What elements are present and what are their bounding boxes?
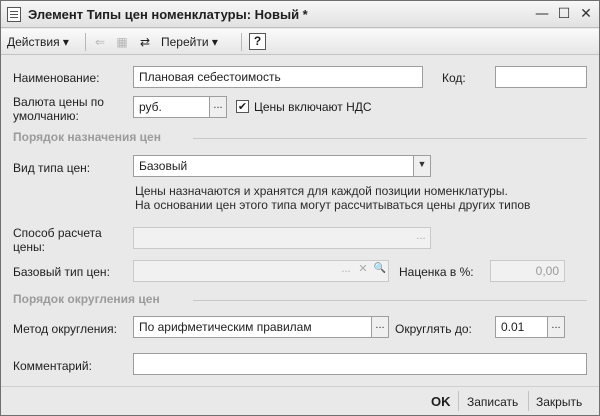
close-button[interactable]: Закрыть [536,393,582,411]
navigate-menu-label: Перейти [161,35,209,49]
section-rounding-title: Порядок округления цен [13,292,160,306]
currency-select-button[interactable]: ... [209,96,227,118]
button-divider [528,391,529,411]
markup-input[interactable]: 0,00 [490,260,565,282]
comment-label: Комментарий: [13,359,92,373]
code-input[interactable] [495,66,587,88]
back-arrow-icon[interactable]: ⇐ [91,33,109,51]
clear-icon[interactable]: ✕ [354,261,372,281]
window-title: Элемент Типы цен номенклатуры: Новый * [28,7,308,22]
price-type-label: Вид типа цен: [13,161,91,175]
structure-icon[interactable]: ▦ [113,33,131,51]
section-divider [193,138,587,139]
toolbar: Действия ▾ ⇐ ▦ ⇄ Перейти ▾ ? [1,29,599,55]
save-button[interactable]: Записать [467,393,518,411]
name-label: Наименование: [13,71,100,85]
chevron-down-icon: ▾ [62,35,69,49]
document-icon [7,7,21,22]
calc-method-input[interactable] [133,227,431,249]
calc-method-label: Способ расчета цены: [13,226,102,254]
maximize-button[interactable]: ☐ [555,5,573,23]
button-divider [458,391,459,411]
help-button[interactable]: ? [249,33,266,50]
chevron-down-icon: ▾ [211,35,218,49]
vat-checkbox[interactable]: ✔ [236,100,249,113]
close-window-button[interactable]: ✕ [577,5,595,23]
price-type-hint-line1: Цены назначаются и хранятся для каждой п… [135,184,508,198]
section-assignment-title: Порядок назначения цен [13,130,161,144]
search-icon[interactable]: 🔍 [371,261,389,281]
switch-icon[interactable]: ⇄ [136,33,154,51]
price-type-hint-line2: На основании цен этого типа могут рассчи… [135,198,531,212]
currency-label: Валюта цены по умолчанию: [13,95,104,123]
toolbar-divider [85,33,86,51]
markup-label: Наценка в %: [399,265,474,279]
code-label: Код: [442,71,466,85]
title-bar[interactable]: Элемент Типы цен номенклатуры: Новый * —… [1,1,599,28]
chevron-down-icon[interactable]: ▼ [413,155,431,177]
round-to-select-button[interactable]: ... [547,316,565,338]
rounding-method-label: Метод округления: [13,322,117,336]
actions-menu-label: Действия [7,35,60,49]
price-type-select[interactable]: Базовый [133,155,431,177]
name-input[interactable]: Плановая себестоимость [133,66,423,88]
rounding-method-input[interactable]: По арифметическим правилам [133,316,389,338]
comment-input[interactable] [133,353,587,375]
rounding-method-select-button[interactable]: ... [371,316,389,338]
vat-checkbox-label: Цены включают НДС [254,100,372,114]
section-divider [193,300,587,301]
actions-menu[interactable]: Действия ▾ [7,33,69,51]
minimize-button[interactable]: — [533,5,551,23]
base-type-select-button[interactable]: ... [337,261,355,281]
catalog-item-window: Элемент Типы цен номенклатуры: Новый * —… [0,0,600,416]
toolbar-divider [241,33,242,51]
base-type-label: Базовый тип цен: [13,265,110,279]
dialog-button-bar: OK Записать Закрыть [1,386,599,415]
round-to-label: Округлять до: [395,322,472,336]
calc-method-select-button[interactable]: ... [412,228,430,248]
navigate-menu[interactable]: Перейти ▾ [161,33,218,51]
ok-button[interactable]: OK [431,393,451,411]
